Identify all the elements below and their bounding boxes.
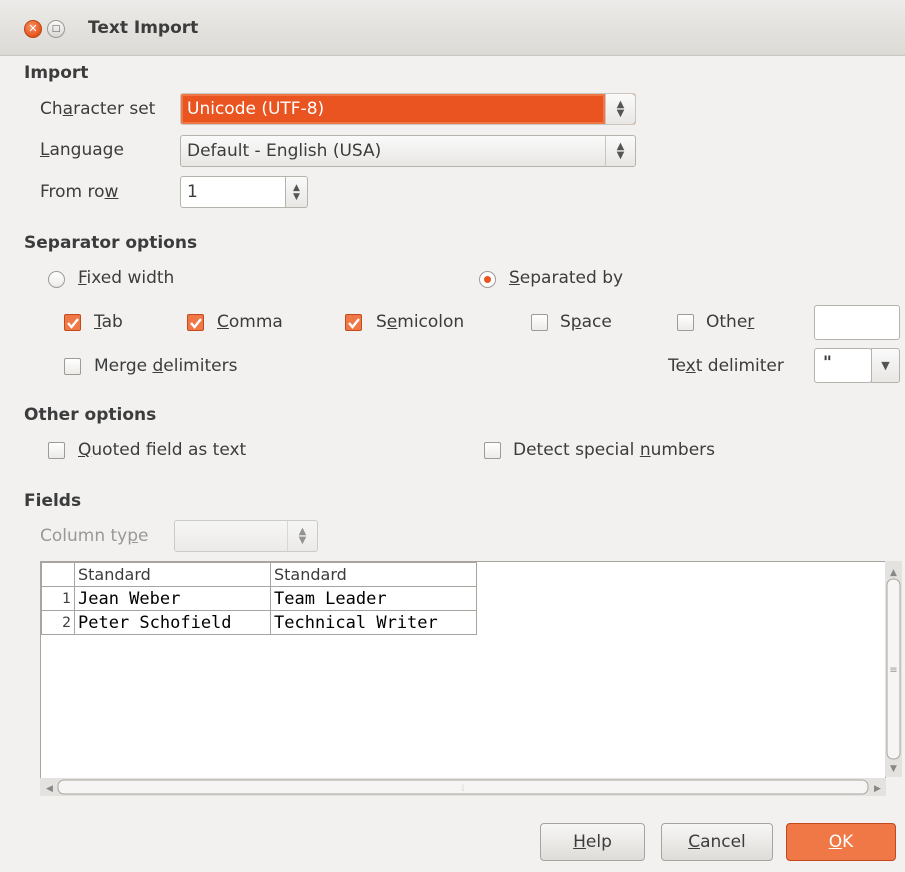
language-select[interactable]: Default - English (USA) ▲ ▼ <box>180 135 636 167</box>
svg-text:▼: ▼ <box>890 764 897 774</box>
spin-arrows-icon[interactable]: ▲ ▼ <box>286 176 308 208</box>
other-label[interactable]: Other <box>706 312 754 332</box>
close-icon[interactable]: ✕ <box>24 20 42 38</box>
table-row: 2 Peter Schofield Technical Writer <box>41 610 477 635</box>
table-cell[interactable]: Peter Schofield <box>74 610 271 635</box>
fixed-width-radio[interactable] <box>48 271 65 288</box>
window-title: Text Import <box>88 18 199 38</box>
from-row-label: From row <box>40 182 119 202</box>
table-row: 1 Jean Weber Team Leader <box>41 586 477 611</box>
semicolon-label[interactable]: Semicolon <box>376 312 464 332</box>
help-button[interactable]: Help <box>540 823 645 861</box>
merge-delimiters-label[interactable]: Merge delimiters <box>94 356 237 376</box>
character-set-select[interactable]: Unicode (UTF-8) ▲ ▼ <box>180 93 636 125</box>
vertical-scrollbar-graphic: ▲ ≡ ▼ <box>885 561 902 777</box>
from-row-spinner[interactable]: 1 ▲ ▼ <box>180 176 310 208</box>
spin-arrows-icon: ▲ ▼ <box>287 521 317 551</box>
table-cell[interactable]: Technical Writer <box>270 610 477 635</box>
space-checkbox[interactable] <box>531 314 548 331</box>
semicolon-checkbox[interactable] <box>345 314 362 331</box>
svg-text:⦙: ⦙ <box>462 784 464 794</box>
svg-text:▲: ▲ <box>890 568 897 578</box>
spin-arrows-icon: ▲ ▼ <box>605 136 635 166</box>
column-type-select: ▲ ▼ <box>174 520 318 552</box>
svg-text:≡: ≡ <box>889 665 897 676</box>
fixed-width-label[interactable]: Fixed width <box>78 268 174 288</box>
svg-text:◀: ◀ <box>46 784 53 794</box>
language-label: Language <box>40 140 124 160</box>
checkmark-icon <box>67 318 79 329</box>
comma-checkbox[interactable] <box>187 314 204 331</box>
column-header[interactable]: Standard <box>270 562 477 587</box>
detect-numbers-checkbox[interactable] <box>484 442 501 459</box>
svg-text:▶: ▶ <box>874 784 881 794</box>
tab-label[interactable]: Tab <box>94 312 123 332</box>
comma-label[interactable]: Comma <box>217 312 283 332</box>
text-delimiter-input[interactable]: " <box>814 348 872 383</box>
checkmark-icon <box>190 318 202 329</box>
other-options-section-title: Other options <box>24 405 157 425</box>
dropdown-arrow-icon[interactable]: ▼ <box>871 348 900 383</box>
title-bar: ✕ □ Text Import <box>0 0 905 56</box>
spin-arrows-icon: ▲ ▼ <box>605 94 635 124</box>
checkmark-icon <box>348 318 360 329</box>
text-delimiter-label: Text delimiter <box>668 356 784 376</box>
corner-cell <box>41 562 75 587</box>
row-number: 2 <box>41 610 75 635</box>
quoted-field-checkbox[interactable] <box>48 442 65 459</box>
table-header-row: Standard Standard <box>41 562 477 587</box>
detect-numbers-label[interactable]: Detect special numbers <box>513 440 715 460</box>
table-cell[interactable]: Jean Weber <box>74 586 271 611</box>
other-separator-input[interactable] <box>814 305 900 340</box>
row-number: 1 <box>41 586 75 611</box>
preview-grid[interactable]: Standard Standard 1 Jean Weber Team Lead… <box>40 561 886 796</box>
import-section-title: Import <box>24 63 89 83</box>
horizontal-scrollbar[interactable]: ◀ ⦙ ▶ <box>40 778 886 796</box>
preview-table: Standard Standard 1 Jean Weber Team Lead… <box>41 562 477 635</box>
vertical-scrollbar[interactable]: ▲ ≡ ▼ <box>885 561 902 777</box>
separated-by-label[interactable]: Separated by <box>509 268 623 288</box>
cancel-button[interactable]: Cancel <box>661 823 773 861</box>
space-label[interactable]: Space <box>560 312 612 332</box>
separator-section-title: Separator options <box>24 233 198 253</box>
column-header[interactable]: Standard <box>74 562 271 587</box>
ok-button[interactable]: OK <box>786 823 896 861</box>
tab-checkbox[interactable] <box>64 314 81 331</box>
text-delimiter-select[interactable]: " ▼ <box>814 348 900 383</box>
quoted-field-label[interactable]: Quoted field as text <box>78 440 246 460</box>
from-row-input[interactable]: 1 <box>180 176 286 208</box>
table-cell[interactable]: Team Leader <box>270 586 477 611</box>
character-set-label: Character set <box>40 99 156 119</box>
other-checkbox[interactable] <box>677 314 694 331</box>
column-type-label: Column type <box>40 526 149 546</box>
horizontal-scrollbar-graphic: ◀ ⦙ ▶ <box>40 778 886 796</box>
maximize-icon[interactable]: □ <box>47 20 65 38</box>
merge-delimiters-checkbox[interactable] <box>64 358 81 375</box>
fields-section-title: Fields <box>24 491 82 511</box>
separated-by-radio[interactable] <box>479 271 496 288</box>
